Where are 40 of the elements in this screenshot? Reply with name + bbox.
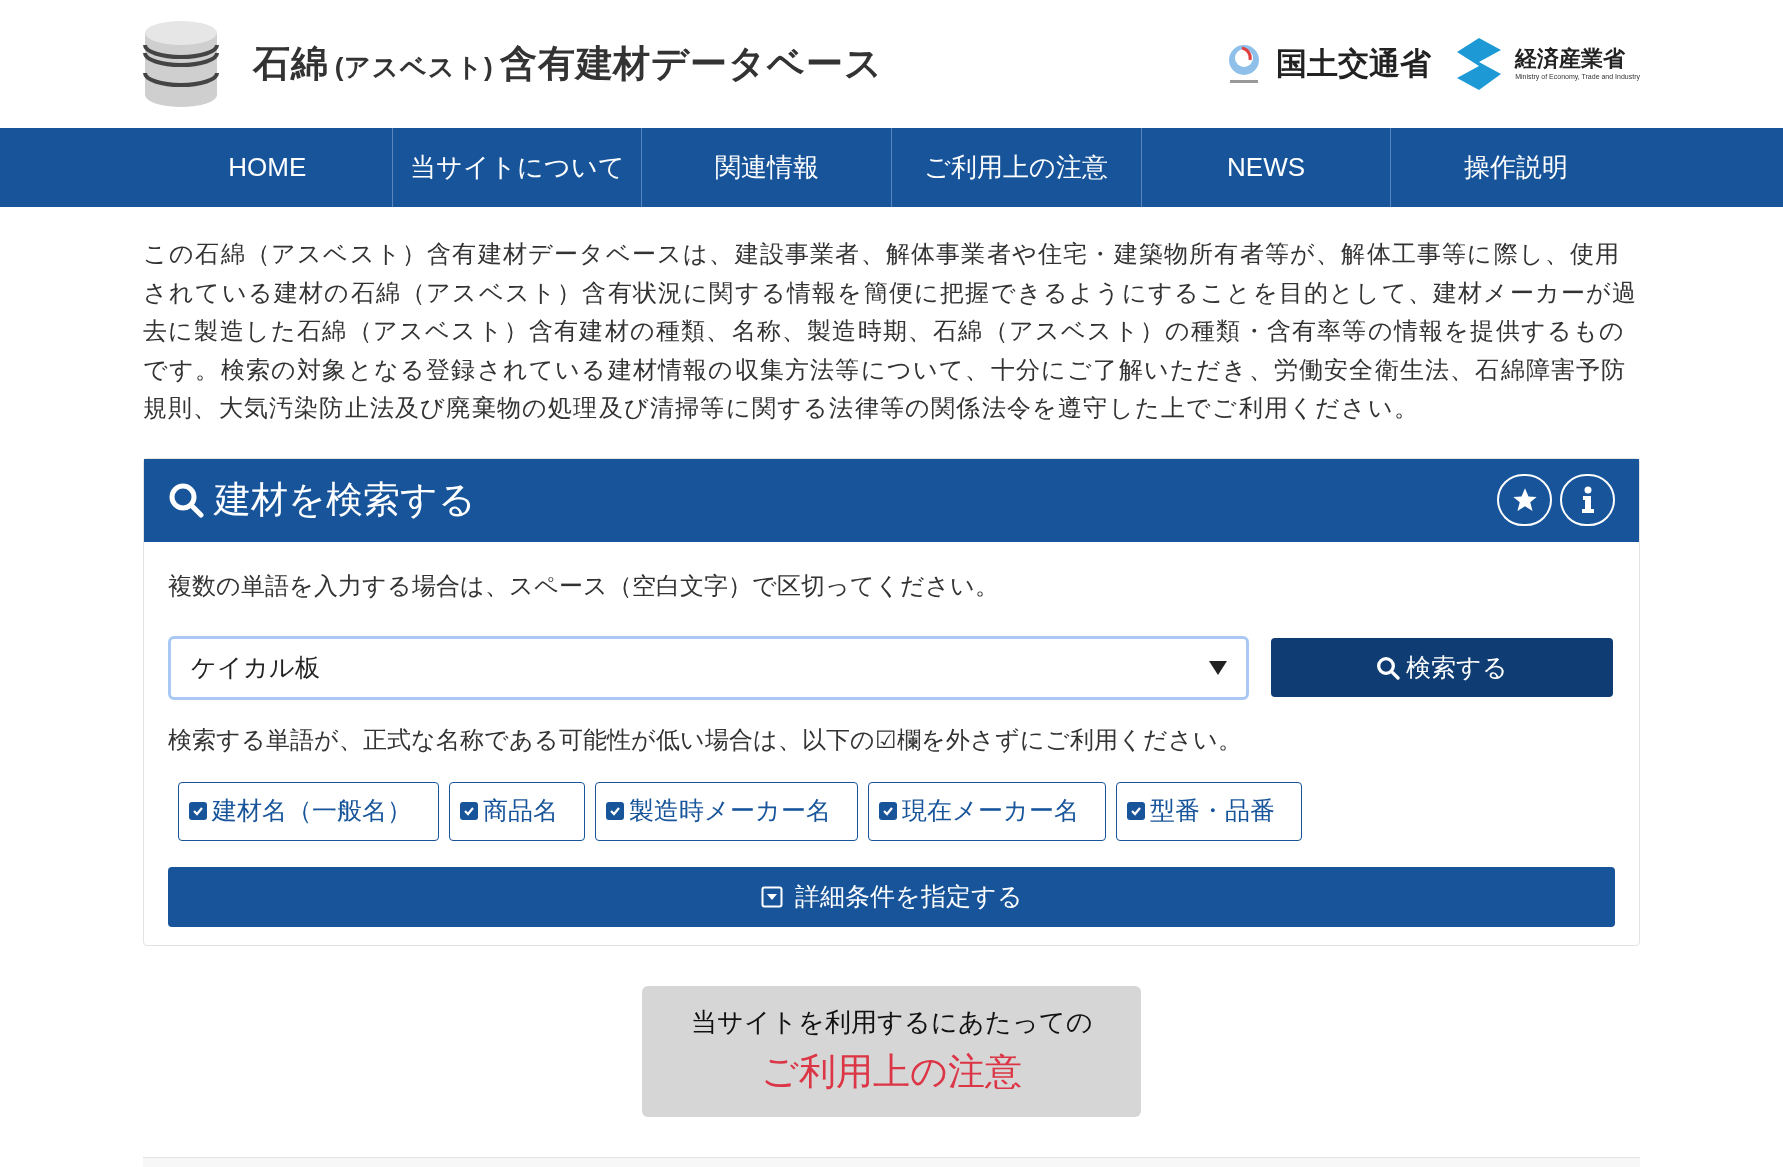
checkbox[interactable] (879, 802, 897, 820)
filter-checkbox[interactable]: 現在メーカー名 (868, 781, 1106, 841)
nav-link[interactable]: ご利用上の注意 (891, 128, 1141, 207)
search-button[interactable]: 検索する (1271, 638, 1613, 697)
checkbox[interactable] (460, 802, 478, 820)
check-icon (609, 805, 621, 817)
filter-checkbox[interactable]: 建材名（一般名） (178, 781, 439, 841)
notice-button[interactable]: 当サイトを利用するにあたっての ご利用上の注意 (642, 985, 1141, 1117)
check-icon (463, 805, 475, 817)
panel-title: 建材を検索する (214, 478, 476, 523)
nav-link[interactable]: 操作説明 (1390, 128, 1641, 207)
checkbox[interactable] (1127, 802, 1145, 820)
filter-checkbox[interactable]: 型番・品番 (1116, 781, 1302, 841)
details-button[interactable]: 詳細条件を指定する (168, 866, 1615, 927)
check-icon (1130, 805, 1142, 817)
search-icon (1376, 655, 1400, 680)
nav-link[interactable]: 関連情報 (641, 128, 891, 207)
checkbox[interactable] (189, 802, 207, 820)
filter-checkbox[interactable]: 製造時メーカー名 (595, 781, 858, 841)
search-field[interactable]: ケイカル板 (168, 635, 1249, 700)
dropdown-caret-icon (1209, 660, 1227, 675)
ministry-name[interactable]: 国土交通省 (1276, 40, 1432, 88)
check-icon (192, 805, 204, 817)
site-title[interactable]: 石綿 (アスベスト) 含有建材データベース (253, 36, 883, 92)
search-hint: 複数の単語を入力する場合は、スペース（空白文字）で区切ってください。 (168, 570, 1000, 601)
intro-paragraph: この石綿（アスベスト）含有建材データベースは、建設事業者、解体事業者や住宅・建築物所有者等が、解体工事等に際し、使用されている建材の石綿（アスベスト）含有状況に関する情報を簡便に把握できるようにすることを目的として、建材メーカーが過去に製造した石綿（アスベスト）含有建材の種類、名称、製造時期、石綿（アスベスト）の種類・含有率等の情報を提供するものです。検索の対象となる登録されている建材情報の収集方法等について、十分にご了解いただき、労働安全衛生法、石綿障害予防規則、大気汚染防止法及び廃棄物の処理及び清掃等に関する法律等の関係法令を遵守した上でご利用ください。 (143, 239, 1639, 423)
database-icon (143, 19, 219, 109)
favorites-button[interactable] (1497, 474, 1552, 526)
info-button[interactable] (1560, 474, 1615, 526)
check-icon (882, 805, 894, 817)
nav-link[interactable]: 当サイトについて (391, 128, 642, 207)
filter-hint: 検索する単語が、正式な名称である可能性が低い場合は、以下の☑欄を外さずにご利用ください。 (168, 724, 1243, 755)
checkbox[interactable] (606, 802, 624, 820)
expand-icon (760, 885, 783, 908)
nav-link[interactable]: NEWS (1140, 128, 1391, 207)
ministry-name[interactable]: 経済産業省 (1515, 48, 1640, 70)
info-icon (1580, 486, 1595, 514)
filter-checkbox[interactable]: 商品名 (449, 781, 585, 841)
search-icon (168, 482, 204, 518)
nav-link[interactable]: HOME (143, 128, 392, 207)
